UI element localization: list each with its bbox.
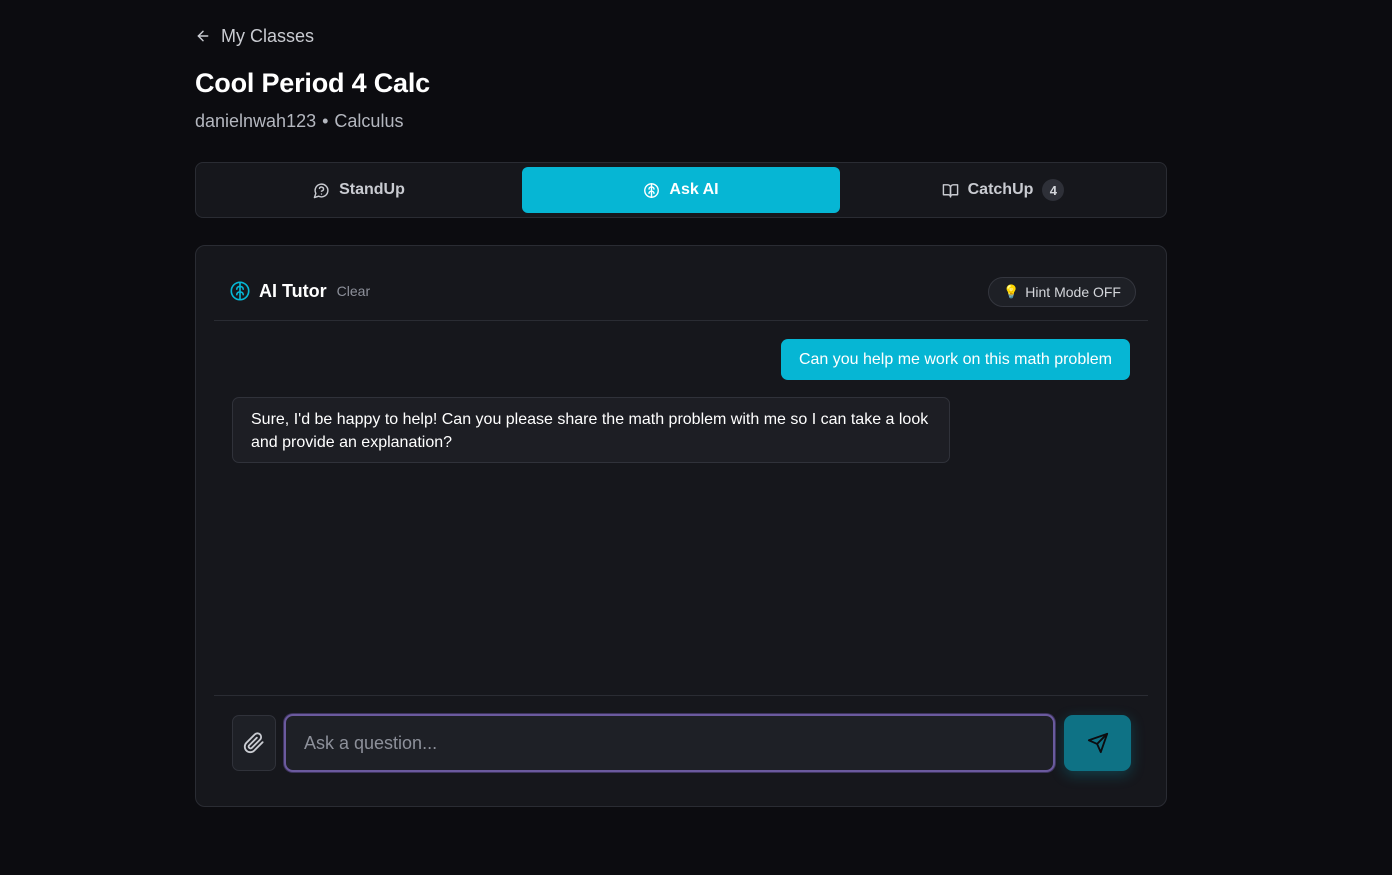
send-icon bbox=[1087, 732, 1108, 754]
chat-bubble-help-icon bbox=[313, 182, 329, 198]
tab-ask-ai-label: Ask AI bbox=[669, 181, 719, 198]
chat-input-row bbox=[214, 695, 1148, 807]
tab-catchup-label: CatchUp bbox=[967, 181, 1034, 198]
tab-ask-ai[interactable]: Ask AI bbox=[522, 167, 840, 213]
back-link-label: My Classes bbox=[221, 25, 315, 46]
brain-icon bbox=[230, 281, 250, 301]
catchup-count-badge: 4 bbox=[1042, 179, 1065, 201]
back-to-classes-link[interactable]: My Classes bbox=[195, 24, 314, 48]
ai-message: Sure, I'd be happy to help! Can you plea… bbox=[232, 397, 950, 463]
attach-file-button[interactable] bbox=[232, 715, 276, 771]
teacher-name: danielnwah123 bbox=[195, 111, 317, 131]
tab-catchup[interactable]: CatchUp 4 bbox=[844, 167, 1162, 213]
send-button[interactable] bbox=[1064, 715, 1131, 771]
question-input[interactable] bbox=[284, 714, 1055, 772]
meta-separator: • bbox=[322, 111, 329, 131]
tab-standup-label: StandUp bbox=[339, 181, 405, 198]
hint-mode-label: Hint Mode OFF bbox=[1025, 284, 1121, 300]
hint-mode-toggle[interactable]: 💡 Hint Mode OFF bbox=[988, 277, 1136, 307]
open-book-icon bbox=[942, 183, 958, 198]
tutor-title: AI Tutor Clear bbox=[229, 280, 370, 302]
brain-icon bbox=[644, 182, 660, 198]
arrow-left-icon bbox=[197, 30, 209, 42]
subject-name: Calculus bbox=[334, 111, 404, 131]
clear-chat-button[interactable]: Clear bbox=[337, 283, 370, 299]
tutor-label: AI Tutor bbox=[259, 280, 327, 301]
ai-tutor-panel: AI Tutor Clear 💡 Hint Mode OFF Can you h… bbox=[195, 245, 1167, 807]
tab-standup[interactable]: StandUp bbox=[200, 167, 518, 213]
class-tabs: StandUp Ask AI CatchUp 4 bbox=[195, 162, 1167, 218]
paperclip-icon bbox=[243, 732, 264, 754]
user-message: Can you help me work on this math proble… bbox=[780, 339, 1130, 380]
page-title: Cool Period 4 Calc bbox=[195, 68, 430, 98]
class-meta: danielnwah123 • Calculus bbox=[195, 111, 403, 132]
lightbulb-icon: 💡 bbox=[1003, 284, 1020, 299]
chat-header: AI Tutor Clear 💡 Hint Mode OFF bbox=[214, 246, 1148, 321]
